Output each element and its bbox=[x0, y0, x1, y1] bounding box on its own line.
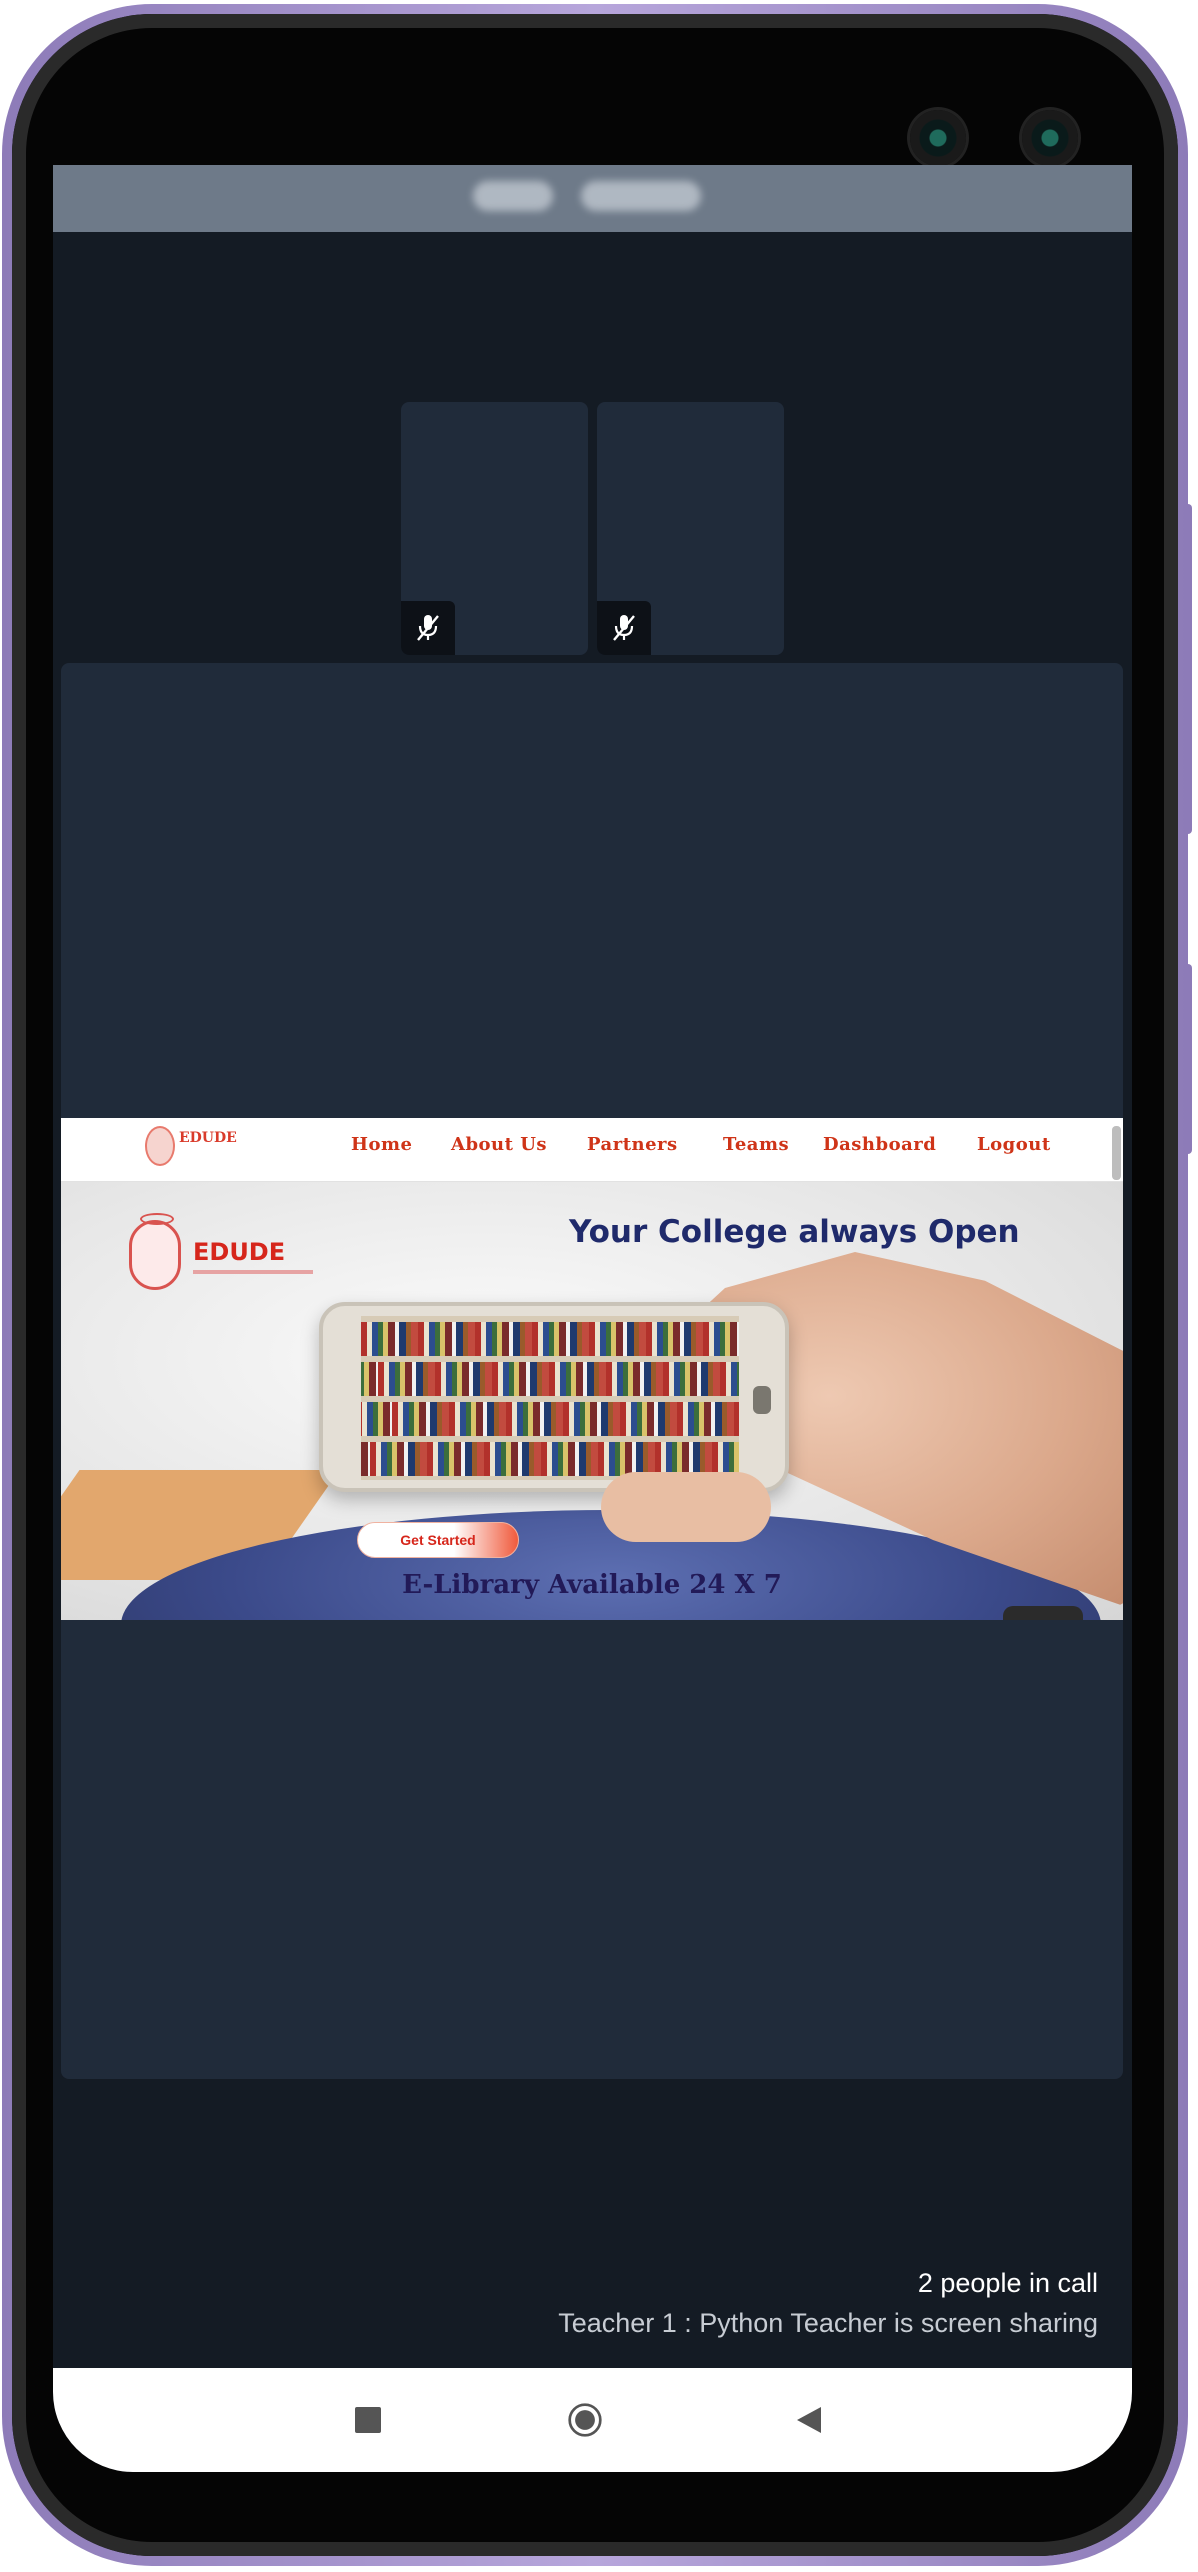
site-logo-icon bbox=[145, 1126, 175, 1166]
home-button[interactable] bbox=[567, 2402, 603, 2438]
screen-share-panel[interactable]: EDUDE Home About Us Partners Teams Dashb… bbox=[61, 663, 1123, 2079]
system-nav-bar bbox=[53, 2368, 1132, 2472]
front-camera-icon bbox=[1022, 110, 1078, 166]
hero-brand-tagline bbox=[193, 1270, 313, 1274]
edude-mascot-icon bbox=[129, 1213, 181, 1290]
mic-muted-badge bbox=[401, 601, 455, 655]
front-camera-icon bbox=[910, 110, 966, 166]
screen-share-status: Teacher 1 : Python Teacher is screen sha… bbox=[558, 2308, 1098, 2338]
site-nav: EDUDE Home About Us Partners Teams Dashb… bbox=[61, 1118, 1123, 1182]
site-logo-text: EDUDE bbox=[179, 1130, 237, 1146]
back-button[interactable] bbox=[792, 2402, 828, 2438]
phone-home-button bbox=[753, 1386, 771, 1414]
hero-title: Your College always Open bbox=[569, 1214, 1020, 1250]
site-scrollbar bbox=[1112, 1126, 1121, 1180]
recents-icon bbox=[355, 2407, 381, 2433]
site-hero: EDUDE Your College always Open Get Start… bbox=[61, 1182, 1123, 1620]
site-nav-partners: Partners bbox=[587, 1134, 678, 1155]
home-icon bbox=[568, 2403, 602, 2437]
power-button bbox=[1184, 964, 1192, 1154]
site-nav-logout: Logout bbox=[977, 1134, 1051, 1155]
volume-button bbox=[1184, 504, 1192, 834]
hero-decor bbox=[1003, 1606, 1083, 1620]
mic-off-icon bbox=[613, 615, 635, 641]
bookshelf-image bbox=[361, 1316, 739, 1480]
back-icon bbox=[797, 2407, 821, 2433]
hero-brand: EDUDE bbox=[193, 1238, 286, 1266]
thumb-image bbox=[601, 1472, 771, 1542]
site-nav-teams: Teams bbox=[723, 1134, 790, 1155]
top-bar bbox=[53, 165, 1132, 232]
site-nav-home: Home bbox=[351, 1134, 413, 1155]
people-count: 2 people in call bbox=[917, 2268, 1098, 2298]
site-nav-about: About Us bbox=[451, 1134, 548, 1155]
site-nav-dashboard: Dashboard bbox=[823, 1134, 937, 1155]
call-screen: EDUDE Home About Us Partners Teams Dashb… bbox=[53, 165, 1132, 2472]
recents-button[interactable] bbox=[350, 2402, 386, 2438]
participant-tile[interactable] bbox=[401, 402, 588, 655]
shared-website: EDUDE Home About Us Partners Teams Dashb… bbox=[61, 1118, 1123, 1620]
top-bar-blurred-item bbox=[581, 181, 701, 211]
hero-subtitle: E-Library Available 24 X 7 bbox=[402, 1570, 782, 1600]
phone-library-image bbox=[319, 1302, 789, 1492]
mic-muted-badge bbox=[597, 601, 651, 655]
mic-off-icon bbox=[417, 615, 439, 641]
top-bar-blurred-item bbox=[473, 181, 553, 211]
participant-tile[interactable] bbox=[597, 402, 784, 655]
get-started-button: Get Started bbox=[357, 1522, 519, 1558]
